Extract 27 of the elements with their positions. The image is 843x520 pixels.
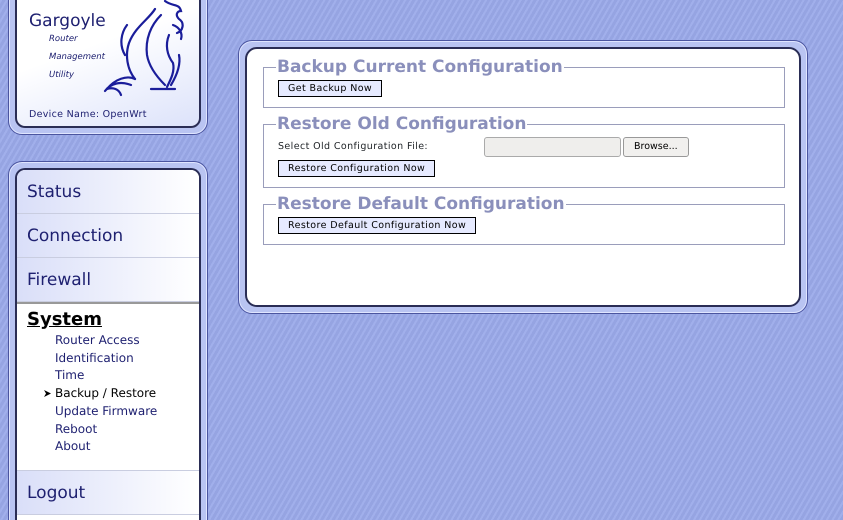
action-button[interactable]: Restore Configuration Now bbox=[278, 160, 436, 177]
app-title: Gargoyle bbox=[29, 13, 107, 30]
nav-subitem[interactable]: Update Firmware bbox=[55, 402, 189, 421]
browse-button[interactable]: Browse... bbox=[623, 137, 689, 157]
app-subtitle: Utility bbox=[49, 69, 76, 82]
nav-item[interactable]: System bbox=[27, 309, 102, 331]
app-subtitle: Router bbox=[49, 33, 79, 46]
nav-item[interactable]: Logout bbox=[17, 470, 199, 515]
nav-subitem[interactable]: Router Access bbox=[55, 332, 189, 350]
nav-item[interactable]: Connection bbox=[17, 214, 199, 258]
arrow-icon bbox=[44, 390, 51, 398]
nav-subitem[interactable]: Identification bbox=[55, 350, 189, 368]
nav-subitem[interactable]: About bbox=[55, 438, 189, 456]
nav-item[interactable]: Firewall bbox=[17, 258, 199, 302]
nav-item[interactable]: Status bbox=[17, 170, 199, 214]
field-label: Select Old Configuration File: bbox=[278, 140, 430, 154]
nav-subitem[interactable]: Time bbox=[55, 367, 189, 386]
section-title: Restore Default Configuration bbox=[276, 194, 566, 214]
nav-subitem[interactable]: Backup / Restore bbox=[55, 385, 189, 403]
section-title: Restore Old Configuration bbox=[276, 114, 528, 134]
action-button[interactable]: Restore Default Configuration Now bbox=[278, 217, 476, 234]
app-subtitle: Management bbox=[49, 51, 106, 64]
action-button[interactable]: Get Backup Now bbox=[278, 80, 382, 97]
nav-subitem[interactable]: Reboot bbox=[55, 420, 189, 438]
file-field[interactable] bbox=[484, 137, 621, 157]
section-title: Backup Current Configuration bbox=[276, 57, 564, 77]
device-name: Device Name: OpenWrt bbox=[29, 108, 148, 122]
